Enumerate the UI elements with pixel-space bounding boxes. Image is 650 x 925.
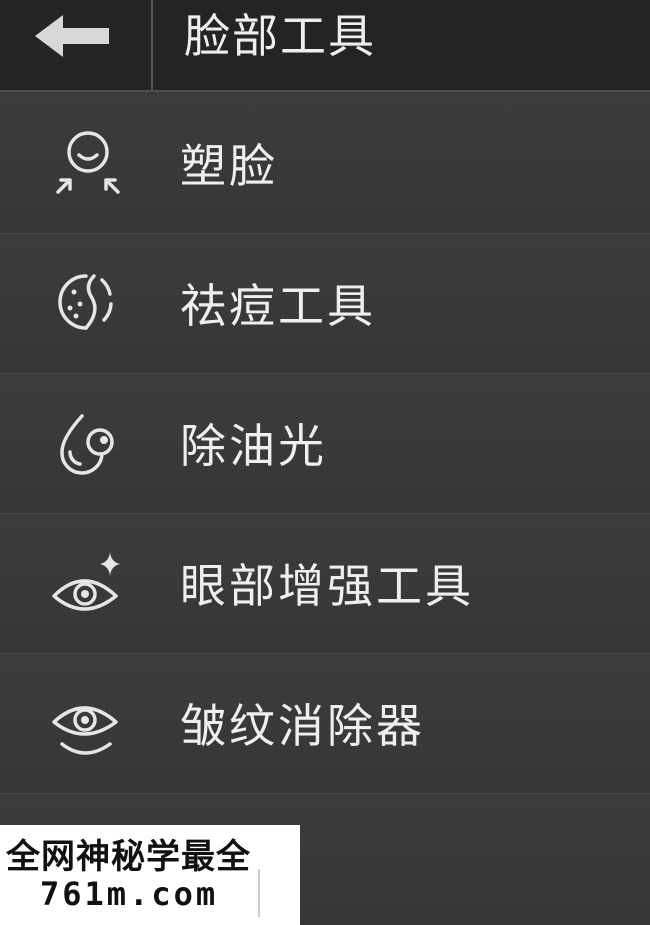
wrinkle-removal-icon (48, 682, 128, 762)
menu-item-wrinkle-removal[interactable]: 皱纹消除器 (0, 654, 650, 794)
menu-item-oil-removal[interactable]: 除油光 (0, 374, 650, 514)
watermark-divider (258, 869, 260, 917)
menu-item-acne-removal[interactable]: 祛痘工具 (0, 234, 650, 374)
watermark-text: 全网神秘学最全 (6, 837, 251, 877)
menu-item-face-reshape[interactable]: 塑脸 (0, 94, 650, 234)
menu-item-label: 祛痘工具 (180, 279, 376, 333)
menu-item-label: 除油光 (180, 419, 327, 473)
oil-removal-icon (48, 402, 128, 482)
menu-item-eye-enhance[interactable]: 眼部增强工具 (0, 514, 650, 654)
menu-item-label: 塑脸 (180, 139, 278, 193)
acne-removal-icon (48, 262, 128, 342)
face-reshape-icon (48, 122, 128, 202)
watermark: 全网神秘学最全 761m.com (0, 825, 300, 925)
menu-item-label: 皱纹消除器 (180, 699, 425, 753)
header-bar: 脸部工具 (0, 0, 650, 92)
back-button[interactable] (0, 0, 153, 90)
eye-enhance-icon (48, 542, 128, 622)
face-tools-screen: 脸部工具 塑脸 祛痘工具 除油光 眼部增强工具 皱纹消除器 全网神秘学最全 76… (0, 0, 650, 925)
menu-item-label: 眼部增强工具 (180, 559, 474, 613)
watermark-url: 761m.com (40, 875, 219, 913)
page-title: 脸部工具 (184, 9, 376, 63)
back-arrow-icon (34, 15, 113, 63)
